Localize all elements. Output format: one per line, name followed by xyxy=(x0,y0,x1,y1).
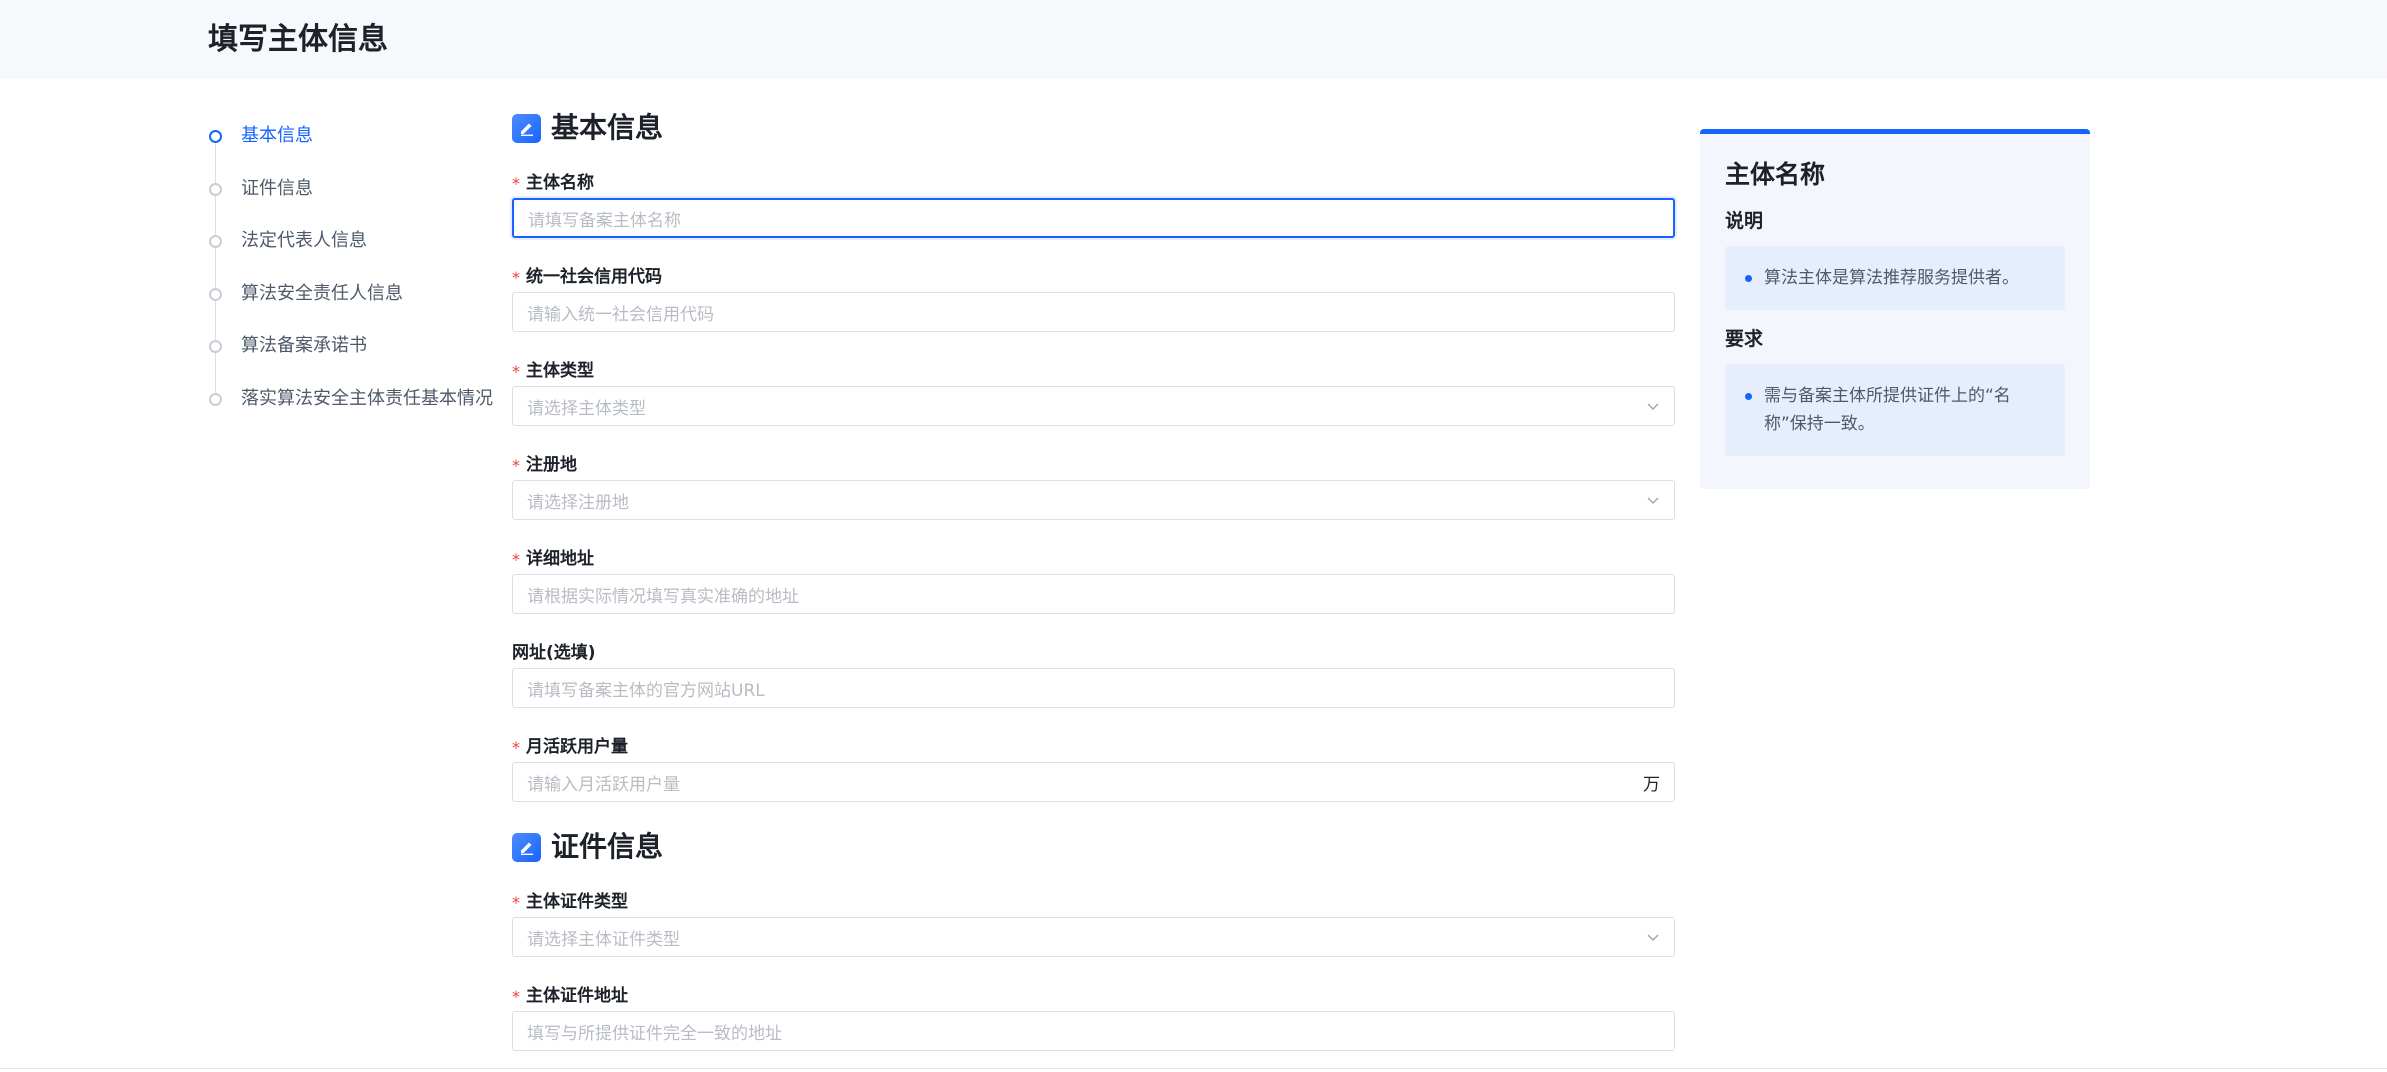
section-title: 证件信息 xyxy=(551,830,664,863)
input-placeholder: 请输入月活跃用户量 xyxy=(527,774,680,795)
input-placeholder: 请填写备案主体名称 xyxy=(528,210,681,231)
required-mark: * xyxy=(512,550,520,569)
help-panel: 主体名称 说明 算法主体是算法推荐服务提供者。 要求 需与备案主体所提供证件上的… xyxy=(1700,129,2090,489)
help-desc-box: 算法主体是算法推荐服务提供者。 xyxy=(1725,246,2065,310)
field-label: 月活跃用户量 xyxy=(526,737,628,757)
step-label: 算法备案承诺书 xyxy=(241,335,367,357)
entity-type-select[interactable]: 请选择主体类型 xyxy=(512,386,1675,426)
step-cert-info[interactable]: 证件信息 xyxy=(208,163,498,216)
help-req-heading: 要求 xyxy=(1725,328,1764,350)
step-label: 落实算法安全主体责任基本情况 xyxy=(241,387,493,409)
page-title: 填写主体信息 xyxy=(208,22,388,57)
input-placeholder: 填写与所提供证件完全一致的地址 xyxy=(527,1023,782,1044)
select-placeholder: 请选择主体类型 xyxy=(527,398,646,419)
step-label: 法定代表人信息 xyxy=(241,230,367,252)
section-title: 基本信息 xyxy=(551,111,664,144)
section-cert-info: 证件信息 xyxy=(512,824,1675,870)
field-monthly-active-users: * 月活跃用户量 请输入月活跃用户量 万 xyxy=(512,733,1675,802)
chevron-down-icon xyxy=(1647,403,1659,410)
step-label: 算法安全责任人信息 xyxy=(241,282,403,304)
form-main: 基本信息 * 主体名称 请填写备案主体名称 * 统一社会信用代码 请输入统一社会信用… xyxy=(512,105,1675,1051)
credit-code-input[interactable]: 请输入统一社会信用代码 xyxy=(512,292,1675,332)
required-mark: * xyxy=(512,987,520,1006)
edit-icon xyxy=(512,113,541,143)
field-entity-type: * 主体类型 请选择主体类型 xyxy=(512,357,1675,426)
field-website: 网址(选填) 请填写备案主体的官方网站URL xyxy=(512,639,1675,708)
step-dot-icon xyxy=(209,182,222,196)
field-label: 统一社会信用代码 xyxy=(526,267,662,287)
help-desc-heading: 说明 xyxy=(1725,210,1764,232)
chevron-down-icon xyxy=(1647,497,1659,504)
required-mark: * xyxy=(512,456,520,475)
step-dot-icon xyxy=(209,235,222,249)
website-input[interactable]: 请填写备案主体的官方网站URL xyxy=(512,668,1675,708)
field-cert-address: * 主体证件地址 填写与所提供证件完全一致的地址 xyxy=(512,982,1675,1051)
help-req-box: 需与备案主体所提供证件上的“名称”保持一致。 xyxy=(1725,364,2065,456)
help-desc-text: 算法主体是算法推荐服务提供者。 xyxy=(1764,268,2019,288)
help-title: 主体名称 xyxy=(1725,160,1826,189)
field-entity-name: * 主体名称 请填写备案主体名称 xyxy=(512,169,1675,238)
registration-place-select[interactable]: 请选择注册地 xyxy=(512,480,1675,520)
field-label: 主体类型 xyxy=(526,361,594,381)
section-basic-info: 基本信息 xyxy=(512,105,1675,151)
step-commitment-letter[interactable]: 算法备案承诺书 xyxy=(208,320,498,373)
required-mark: * xyxy=(512,738,520,757)
divider xyxy=(0,1068,2387,1069)
page-header: 填写主体信息 xyxy=(0,0,2387,79)
cert-type-select[interactable]: 请选择主体证件类型 xyxy=(512,917,1675,957)
select-placeholder: 请选择注册地 xyxy=(527,492,629,513)
bullet-icon xyxy=(1745,393,1752,400)
bullet-icon xyxy=(1745,275,1752,282)
field-cert-type: * 主体证件类型 请选择主体证件类型 xyxy=(512,888,1675,957)
field-label: 主体证件类型 xyxy=(526,892,628,912)
field-label: 详细地址 xyxy=(526,549,594,569)
field-label: 注册地 xyxy=(526,455,577,475)
entity-name-input[interactable]: 请填写备案主体名称 xyxy=(512,198,1675,238)
required-mark: * xyxy=(512,893,520,912)
step-basic-info[interactable]: 基本信息 xyxy=(208,110,498,163)
step-label: 证件信息 xyxy=(241,177,313,199)
required-mark: * xyxy=(512,174,520,193)
required-mark: * xyxy=(512,362,520,381)
edit-icon xyxy=(512,832,541,862)
step-label: 基本信息 xyxy=(241,125,313,146)
input-placeholder: 请输入统一社会信用代码 xyxy=(527,304,714,325)
field-detailed-address: * 详细地址 请根据实际情况填写真实准确的地址 xyxy=(512,545,1675,614)
required-mark: * xyxy=(512,268,520,287)
cert-address-input[interactable]: 填写与所提供证件完全一致的地址 xyxy=(512,1011,1675,1051)
step-dot-icon xyxy=(209,130,222,143)
detailed-address-input[interactable]: 请根据实际情况填写真实准确的地址 xyxy=(512,574,1675,614)
step-dot-icon xyxy=(209,340,222,354)
field-label: 网址(选填) xyxy=(512,643,596,663)
step-dot-icon xyxy=(209,392,222,406)
input-placeholder: 请填写备案主体的官方网站URL xyxy=(527,680,765,701)
steps-nav: 基本信息 证件信息 法定代表人信息 算法安全责任人信息 算法备案承诺书 落实算法… xyxy=(208,110,498,426)
monthly-active-users-input[interactable]: 请输入月活跃用户量 万 xyxy=(512,762,1675,802)
field-registration-place: * 注册地 请选择注册地 xyxy=(512,451,1675,520)
step-responsibility-status[interactable]: 落实算法安全主体责任基本情况 xyxy=(208,373,498,426)
field-label: 主体名称 xyxy=(526,173,594,193)
step-legal-rep-info[interactable]: 法定代表人信息 xyxy=(208,215,498,268)
select-placeholder: 请选择主体证件类型 xyxy=(527,929,680,950)
step-dot-icon xyxy=(209,287,222,301)
help-req-text: 需与备案主体所提供证件上的“名称”保持一致。 xyxy=(1764,386,2011,434)
field-credit-code: * 统一社会信用代码 请输入统一社会信用代码 xyxy=(512,263,1675,332)
unit-suffix: 万 xyxy=(1643,774,1660,795)
input-placeholder: 请根据实际情况填写真实准确的地址 xyxy=(527,586,799,607)
step-security-officer-info[interactable]: 算法安全责任人信息 xyxy=(208,268,498,321)
field-label: 主体证件地址 xyxy=(526,986,628,1006)
chevron-down-icon xyxy=(1647,934,1659,941)
